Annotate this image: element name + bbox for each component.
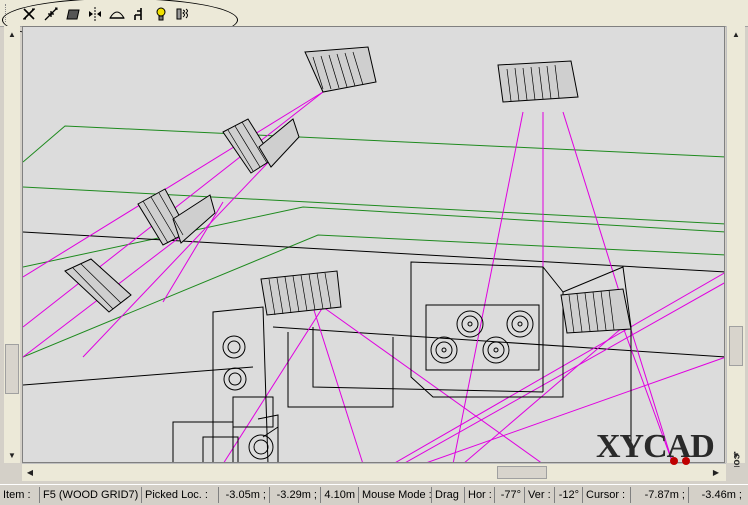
light-bulb-button[interactable] (150, 4, 171, 23)
status-hor-label: Hor : (465, 487, 495, 503)
light-bulb-icon (156, 7, 165, 20)
speaker-box-3 (222, 118, 300, 174)
status-hor-value: -77° (495, 487, 525, 503)
plane-icon (65, 9, 80, 19)
toolbar-grip[interactable] (5, 4, 9, 22)
right-scroll-thumb[interactable] (729, 326, 743, 366)
status-cursor-y: -3.46m ; (701, 489, 742, 501)
scroll-down-arrow-icon[interactable]: ▼ (4, 447, 20, 463)
right-scroll-up-arrow-icon[interactable]: ▲ (728, 26, 744, 42)
status-picked-label: Picked Loc. : (142, 487, 219, 503)
speaker-box-6 (260, 270, 342, 316)
logo-suffix: .com (731, 451, 742, 467)
speaker-box-2 (497, 60, 579, 103)
right-vertical-scrollbar[interactable]: ▲ ▼ (726, 26, 745, 463)
speaker-arrays (64, 46, 632, 334)
speaker-waves-icon (176, 8, 188, 19)
chair-figure-button[interactable] (128, 4, 149, 23)
xycad-logo: XYCAD .com (596, 428, 742, 467)
status-cursor-x: -7.87m ; (631, 487, 689, 503)
mirror-icon (88, 6, 101, 21)
speaker-box-4 (137, 188, 216, 246)
scroll-left-arrow-icon[interactable]: ◀ (22, 464, 38, 480)
arc-shape-button[interactable] (106, 4, 127, 23)
status-picked-z: 4.10m (321, 487, 359, 503)
logo-note-dot-2 (682, 457, 690, 465)
status-picked-x: -3.05m ; (219, 487, 270, 503)
wireframe-furniture (172, 261, 632, 462)
mirror-button[interactable] (84, 4, 105, 23)
status-bar: Item : F5 (WOOD GRID7) Picked Loc. : -3.… (0, 484, 748, 505)
close-x-button[interactable] (18, 4, 39, 23)
arc-shape-icon (108, 11, 125, 19)
toolbar (0, 0, 748, 42)
status-ver-value: -12° (555, 487, 583, 503)
status-cursor-label: Cursor : (583, 487, 631, 503)
logo-text: XYCAD (596, 428, 714, 465)
move-axis-button[interactable] (40, 4, 61, 23)
move-axis-icon (44, 7, 57, 20)
speaker-box-7 (560, 288, 632, 334)
status-item-value: F5 (WOOD GRID7) (40, 487, 142, 503)
speaker-box-5 (64, 258, 132, 313)
logo-note-dot-1 (670, 457, 678, 465)
3d-viewport[interactable] (22, 26, 725, 463)
wireframe-scene (23, 46, 724, 462)
scroll-up-arrow-icon[interactable]: ▲ (4, 26, 20, 42)
plane-button[interactable] (62, 4, 83, 23)
status-picked-y: -3.29m ; (270, 487, 321, 503)
status-ver-label: Ver : (525, 487, 555, 503)
status-mouse-value: Drag (432, 487, 465, 503)
horizontal-scroll-thumb[interactable] (497, 466, 547, 479)
left-scroll-thumb[interactable] (5, 344, 19, 394)
close-x-icon (22, 7, 35, 20)
speaker-box-1 (304, 46, 377, 93)
speaker-waves-button[interactable] (172, 4, 193, 23)
status-mouse-label: Mouse Mode : (359, 487, 432, 503)
chair-figure-icon (133, 7, 142, 20)
status-item-label: Item : (0, 487, 40, 503)
toolbar-button-group (18, 4, 193, 24)
left-vertical-scrollbar[interactable]: ▲ ▼ (4, 26, 20, 463)
woofer-circles (222, 310, 534, 460)
